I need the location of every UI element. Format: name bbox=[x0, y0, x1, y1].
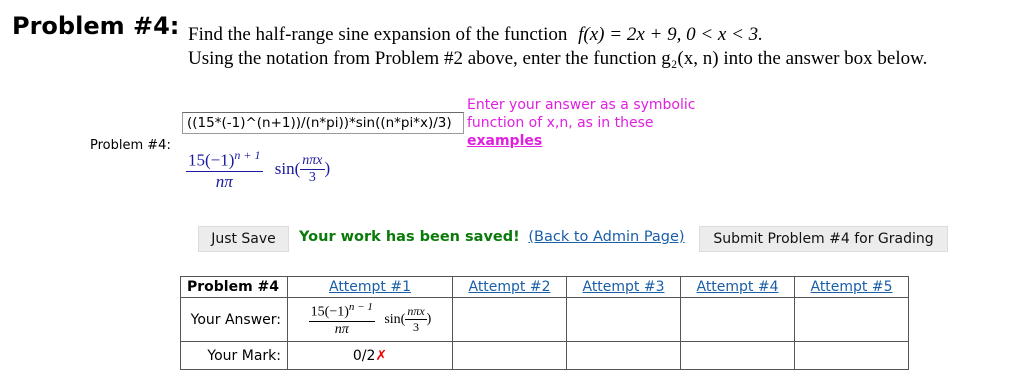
submit-for-grading-button[interactable]: Submit Problem #4 for Grading bbox=[699, 226, 948, 252]
attempt-1-link[interactable]: Attempt #1 bbox=[329, 279, 411, 295]
attempt-2-answer bbox=[452, 297, 567, 342]
answer-side-label: Problem #4: bbox=[90, 138, 171, 153]
answer-input[interactable] bbox=[182, 112, 464, 134]
your-mark-label: Your Mark: bbox=[180, 341, 288, 370]
attempt-4-answer bbox=[680, 297, 795, 342]
attempts-mark-row: Your Mark: 0/2✗ bbox=[180, 341, 909, 370]
save-status: Your work has been saved! (Back to Admin… bbox=[299, 229, 685, 245]
problem-statement-line2: Using the notation from Problem #2 above… bbox=[188, 48, 928, 69]
attempt-1-answer: 15(−1)n − 1 nπ sin( nπx 3 ) bbox=[287, 297, 453, 342]
answer-preview: 15(−1)n + 1 nπ sin( nπx 3 ) bbox=[186, 148, 331, 191]
just-save-button[interactable]: Just Save bbox=[198, 226, 289, 252]
attempts-table: Problem #4 Attempt #1 Attempt #2 Attempt… bbox=[180, 276, 909, 370]
attempt-4-mark bbox=[680, 341, 795, 370]
preview-fraction: 15(−1)n + 1 nπ bbox=[186, 148, 263, 191]
back-to-admin-link[interactable]: (Back to Admin Page) bbox=[528, 229, 684, 245]
attempt-3-answer bbox=[566, 297, 681, 342]
attempt-5-answer bbox=[794, 297, 909, 342]
problem-statement-line1: Find the half-range sine expansion of th… bbox=[188, 24, 763, 45]
attempts-header-row: Problem #4 Attempt #1 Attempt #2 Attempt… bbox=[180, 276, 909, 298]
incorrect-x-icon: ✗ bbox=[375, 347, 388, 364]
attempt-3-link[interactable]: Attempt #3 bbox=[582, 279, 664, 295]
attempts-row-label: Problem #4 bbox=[180, 276, 288, 298]
attempt-5-link[interactable]: Attempt #5 bbox=[810, 279, 892, 295]
attempt-2-mark bbox=[452, 341, 567, 370]
attempt-2-link[interactable]: Attempt #2 bbox=[468, 279, 550, 295]
saved-message: Your work has been saved! bbox=[299, 229, 520, 245]
examples-link[interactable]: examples bbox=[467, 133, 542, 149]
answer-hint: Enter your answer as a symbolic function… bbox=[467, 97, 696, 149]
attempts-answer-row: Your Answer: 15(−1)n − 1 nπ sin( nπx 3 ) bbox=[180, 297, 909, 342]
function-definition: f(x) = 2x + 9, 0 < x < 3. bbox=[578, 24, 763, 45]
attempt-1-mark: 0/2✗ bbox=[287, 341, 453, 370]
problem-heading: Problem #4: bbox=[12, 12, 180, 40]
your-answer-label: Your Answer: bbox=[180, 297, 288, 342]
attempt-5-mark bbox=[794, 341, 909, 370]
attempt-3-mark bbox=[566, 341, 681, 370]
attempt-4-link[interactable]: Attempt #4 bbox=[696, 279, 778, 295]
